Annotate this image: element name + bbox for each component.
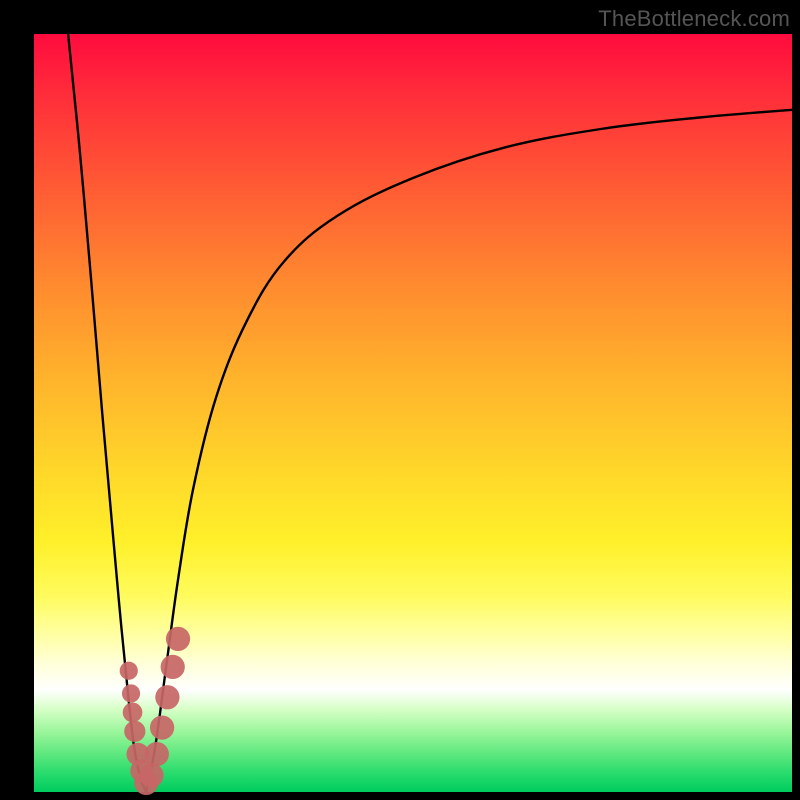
marker-point <box>166 627 190 651</box>
curve-left-branch <box>68 34 146 792</box>
chart-overlay <box>34 34 792 792</box>
marker-point <box>122 684 140 702</box>
marker-point <box>123 703 143 723</box>
marker-point <box>124 721 145 742</box>
marker-point <box>161 655 185 679</box>
marker-point <box>150 715 174 739</box>
data-markers <box>120 627 190 795</box>
marker-point <box>120 662 138 680</box>
marker-point <box>145 742 169 766</box>
curve-right-branch <box>146 110 792 792</box>
marker-point <box>155 685 179 709</box>
watermark-text: TheBottleneck.com <box>598 6 790 32</box>
marker-point <box>139 763 163 787</box>
chart-frame: TheBottleneck.com <box>0 0 800 800</box>
